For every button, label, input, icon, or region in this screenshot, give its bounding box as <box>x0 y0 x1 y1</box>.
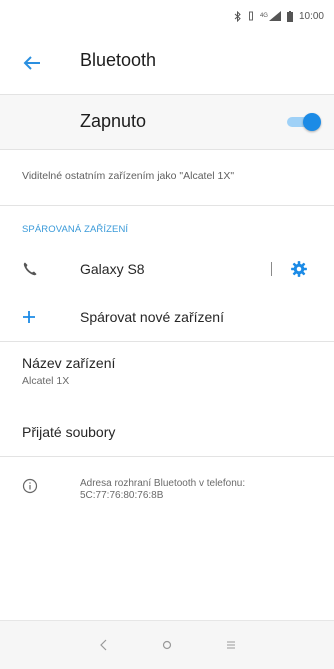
paired-section-header: SPÁROVANÁ ZAŘÍZENÍ <box>22 224 129 235</box>
divider <box>0 341 334 342</box>
pair-new-device-label: Spárovat nové zařízení <box>80 309 224 325</box>
gear-icon[interactable] <box>290 260 308 278</box>
info-text-line2: 5C:77:76:80:76:8B <box>80 490 164 501</box>
toggle-thumb <box>303 113 321 131</box>
recents-nav-icon[interactable] <box>221 635 241 655</box>
info-text-line1: Adresa rozhraní Bluetooth v telefonu: <box>80 478 246 489</box>
battery-icon <box>286 10 293 22</box>
received-files-row[interactable]: Přijaté soubory <box>0 418 334 450</box>
app-bar: Bluetooth <box>0 32 334 94</box>
vibrate-icon <box>248 11 254 21</box>
status-bar: 4G 10:00 <box>0 0 334 32</box>
plus-icon <box>23 311 35 323</box>
status-time: 10:00 <box>298 10 324 22</box>
divider <box>0 205 334 206</box>
arrow-left-icon[interactable] <box>20 51 44 75</box>
pair-new-device-row[interactable]: Spárovat nové zařízení <box>0 296 334 338</box>
master-switch-label: Zapnuto <box>80 111 147 131</box>
home-nav-icon[interactable] <box>157 635 177 655</box>
bluetooth-address-info: Adresa rozhraní Bluetooth v telefonu: 5C… <box>0 478 334 518</box>
phone-icon <box>23 262 37 276</box>
signal-icon: 4G <box>260 11 281 21</box>
paired-device-row[interactable]: Galaxy S8 <box>0 248 334 290</box>
page-title: Bluetooth <box>80 50 157 70</box>
network-label: 4G <box>259 13 268 19</box>
visibility-note: Viditelné ostatním zařízením jako "Alcat… <box>22 170 235 182</box>
divider <box>0 456 334 457</box>
bluetooth-toggle[interactable] <box>285 113 321 131</box>
bluetooth-icon <box>234 10 242 22</box>
received-files-label: Přijaté soubory <box>22 424 116 440</box>
divider <box>0 149 334 150</box>
info-icon <box>22 478 38 494</box>
vertical-separator <box>271 262 272 276</box>
navigation-bar <box>0 620 334 669</box>
device-name-value: Alcatel 1X <box>22 375 70 387</box>
back-nav-icon[interactable] <box>94 635 114 655</box>
bluetooth-address-text: Adresa rozhraní Bluetooth v telefonu: 5C… <box>80 478 325 502</box>
bluetooth-master-switch-row[interactable]: Zapnuto <box>0 95 334 149</box>
device-name-row[interactable]: Název zařízení Alcatel 1X <box>0 355 334 405</box>
paired-device-name: Galaxy S8 <box>80 261 145 277</box>
device-name-title: Název zařízení <box>22 355 116 371</box>
